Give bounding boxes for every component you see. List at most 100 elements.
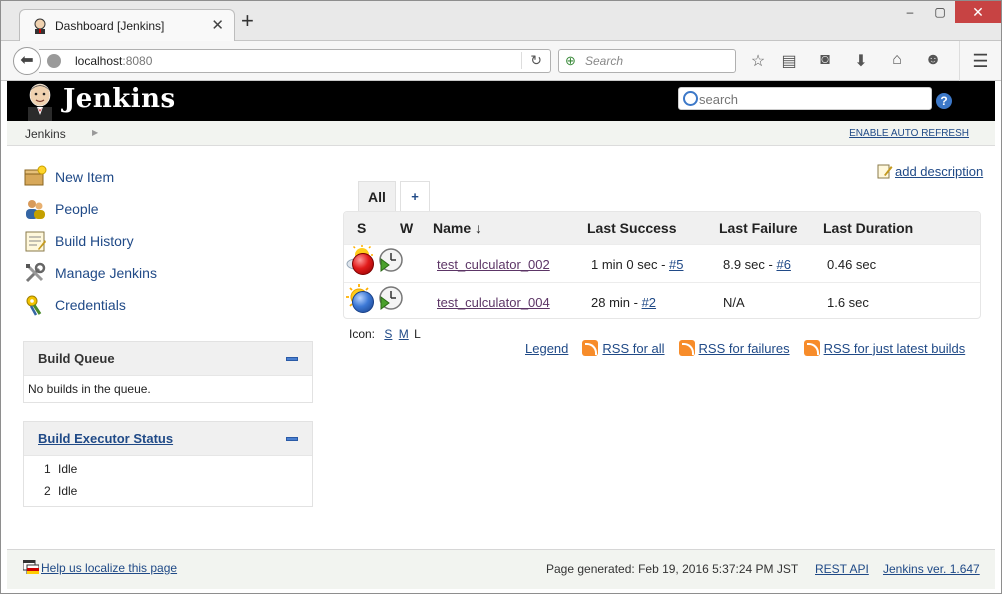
job-link[interactable]: test_culculator_002 (437, 257, 550, 272)
rss-icon[interactable] (678, 340, 695, 356)
executor-number: 1 (44, 462, 51, 476)
close-window-icon[interactable]: ✕ (955, 1, 1001, 23)
last-failure-cell: N/A (723, 295, 745, 310)
icon-size-label: Icon: (349, 327, 376, 341)
bookmark-star-icon[interactable]: ☆ (748, 51, 768, 71)
jenkins-search-box (678, 87, 932, 110)
last-failure-cell: 8.9 sec - #6 (723, 257, 791, 272)
help-icon[interactable]: ? (936, 93, 952, 109)
maximize-icon[interactable]: ▢ (925, 1, 955, 23)
last-failure-text: 8.9 sec - (723, 257, 777, 272)
add-description[interactable]: add description (877, 163, 983, 179)
column-last-duration[interactable]: Last Duration (823, 220, 913, 236)
last-duration-cell: 0.46 sec (827, 257, 877, 272)
column-name[interactable]: Name ↓ (433, 220, 482, 236)
rss-latest-link[interactable]: RSS for just latest builds (824, 341, 966, 356)
reload-icon[interactable]: ↻ (521, 52, 542, 69)
breadcrumb-arrow-icon[interactable]: ▶ (92, 128, 98, 137)
tab-add-view[interactable]: + (400, 181, 430, 212)
build-queue-empty: No builds in the queue. (28, 382, 151, 396)
bookmarks-list-icon[interactable]: ▤ (779, 51, 799, 71)
new-item-link[interactable]: New Item (55, 169, 114, 185)
download-icon[interactable]: ⬇ (851, 51, 871, 71)
minimize-icon[interactable]: – (895, 1, 925, 23)
smiley-feedback-icon[interactable]: ☻ (923, 51, 943, 69)
edit-note-icon (877, 164, 893, 179)
close-tab-icon[interactable]: ✕ (211, 16, 224, 34)
search-engine-icon[interactable]: ⊕ (565, 53, 576, 69)
schedule-build-icon[interactable] (378, 247, 404, 273)
table-row: test_culculator_004 28 min - #2 N/A 1.6 … (344, 282, 980, 318)
failed-status-icon[interactable] (352, 253, 374, 275)
build-link[interactable]: #5 (669, 257, 683, 272)
site-identity-icon[interactable] (47, 54, 61, 68)
task-manage-jenkins[interactable]: Manage Jenkins (23, 257, 313, 289)
jenkins-favicon-icon (34, 18, 46, 34)
column-status[interactable]: S (357, 220, 366, 236)
schedule-build-icon[interactable] (378, 285, 404, 311)
jenkins-title[interactable]: Jenkins (63, 84, 176, 114)
collapse-icon[interactable] (286, 436, 298, 441)
browser-tab[interactable]: Dashboard [Jenkins] ✕ (19, 9, 235, 42)
credentials-link[interactable]: Credentials (55, 297, 126, 313)
build-queue-pane: Build Queue No builds in the queue. (23, 341, 313, 403)
back-button[interactable]: ⬅ (13, 47, 41, 75)
build-history-icon (25, 231, 46, 252)
url-bar[interactable]: localhost:8080 ↻ (39, 49, 551, 73)
column-last-failure[interactable]: Last Failure (719, 220, 798, 236)
task-build-history[interactable]: Build History (23, 225, 313, 257)
success-status-icon[interactable] (352, 291, 374, 313)
icon-size-medium[interactable]: M (399, 327, 409, 341)
home-icon[interactable]: ⌂ (887, 51, 907, 69)
people-link[interactable]: People (55, 201, 99, 217)
build-queue-header: Build Queue (24, 342, 312, 376)
build-link[interactable]: #2 (642, 295, 656, 310)
jenkins-version-link[interactable]: Jenkins ver. 1.647 (883, 562, 980, 576)
executor-row: 2 Idle (28, 480, 308, 502)
icon-size-small[interactable]: S (384, 327, 392, 341)
task-people[interactable]: People (23, 193, 313, 225)
build-link[interactable]: #6 (776, 257, 790, 272)
tab-title: Dashboard [Jenkins] (55, 19, 165, 33)
executor-state: Idle (58, 462, 78, 476)
jenkins-search-input[interactable] (699, 90, 929, 108)
jenkins-butler-logo-icon[interactable] (23, 81, 57, 121)
rss-failures-link[interactable]: RSS for failures (699, 341, 790, 356)
rss-icon[interactable] (803, 340, 820, 356)
executor-status-header: Build Executor Status (24, 422, 312, 456)
build-history-link[interactable]: Build History (55, 233, 134, 249)
legend-links: Legend RSS for all RSS for failures RSS … (525, 340, 965, 356)
last-success-cell: 28 min - #2 (591, 295, 656, 310)
page-footer: Help us localize this page Page generate… (7, 549, 995, 589)
table-row: test_culculator_002 1 min 0 sec - #5 8.9… (344, 244, 980, 282)
rss-icon[interactable] (582, 340, 599, 356)
legend-link[interactable]: Legend (525, 341, 568, 356)
url-host: localhost (75, 54, 123, 68)
manage-jenkins-link[interactable]: Manage Jenkins (55, 265, 157, 281)
column-weather[interactable]: W (400, 220, 413, 236)
last-duration-cell: 1.6 sec (827, 295, 869, 310)
add-description-link[interactable]: add description (895, 164, 983, 179)
browser-window: Dashboard [Jenkins] ✕ + – ▢ ✕ localhost:… (0, 0, 1002, 594)
tab-all[interactable]: All (358, 181, 396, 212)
task-credentials[interactable]: Credentials (23, 289, 313, 321)
browser-search-box[interactable]: ⊕ Search (558, 49, 736, 73)
enable-auto-refresh-link[interactable]: ENABLE AUTO REFRESH (849, 128, 969, 139)
column-last-success[interactable]: Last Success (587, 220, 677, 236)
localize-icon[interactable] (23, 560, 39, 574)
new-tab-button[interactable]: + (241, 10, 254, 32)
collapse-icon[interactable] (286, 356, 298, 361)
task-new-item[interactable]: New Item (23, 161, 313, 193)
breadcrumb-jenkins[interactable]: Jenkins (25, 127, 66, 141)
hamburger-menu-icon[interactable]: ☰ (959, 41, 1001, 81)
last-success-cell: 1 min 0 sec - #5 (591, 257, 684, 272)
executor-status-title[interactable]: Build Executor Status (38, 431, 173, 446)
window-controls: – ▢ ✕ (895, 1, 1001, 25)
side-panel: New Item People Build History Manage Jen… (23, 161, 313, 507)
rss-all-link[interactable]: RSS for all (602, 341, 664, 356)
pocket-icon[interactable]: ◙ (815, 51, 835, 69)
people-icon (26, 200, 45, 219)
rest-api-link[interactable]: REST API (815, 562, 869, 576)
job-link[interactable]: test_culculator_004 (437, 295, 550, 310)
localize-link[interactable]: Help us localize this page (41, 561, 177, 575)
